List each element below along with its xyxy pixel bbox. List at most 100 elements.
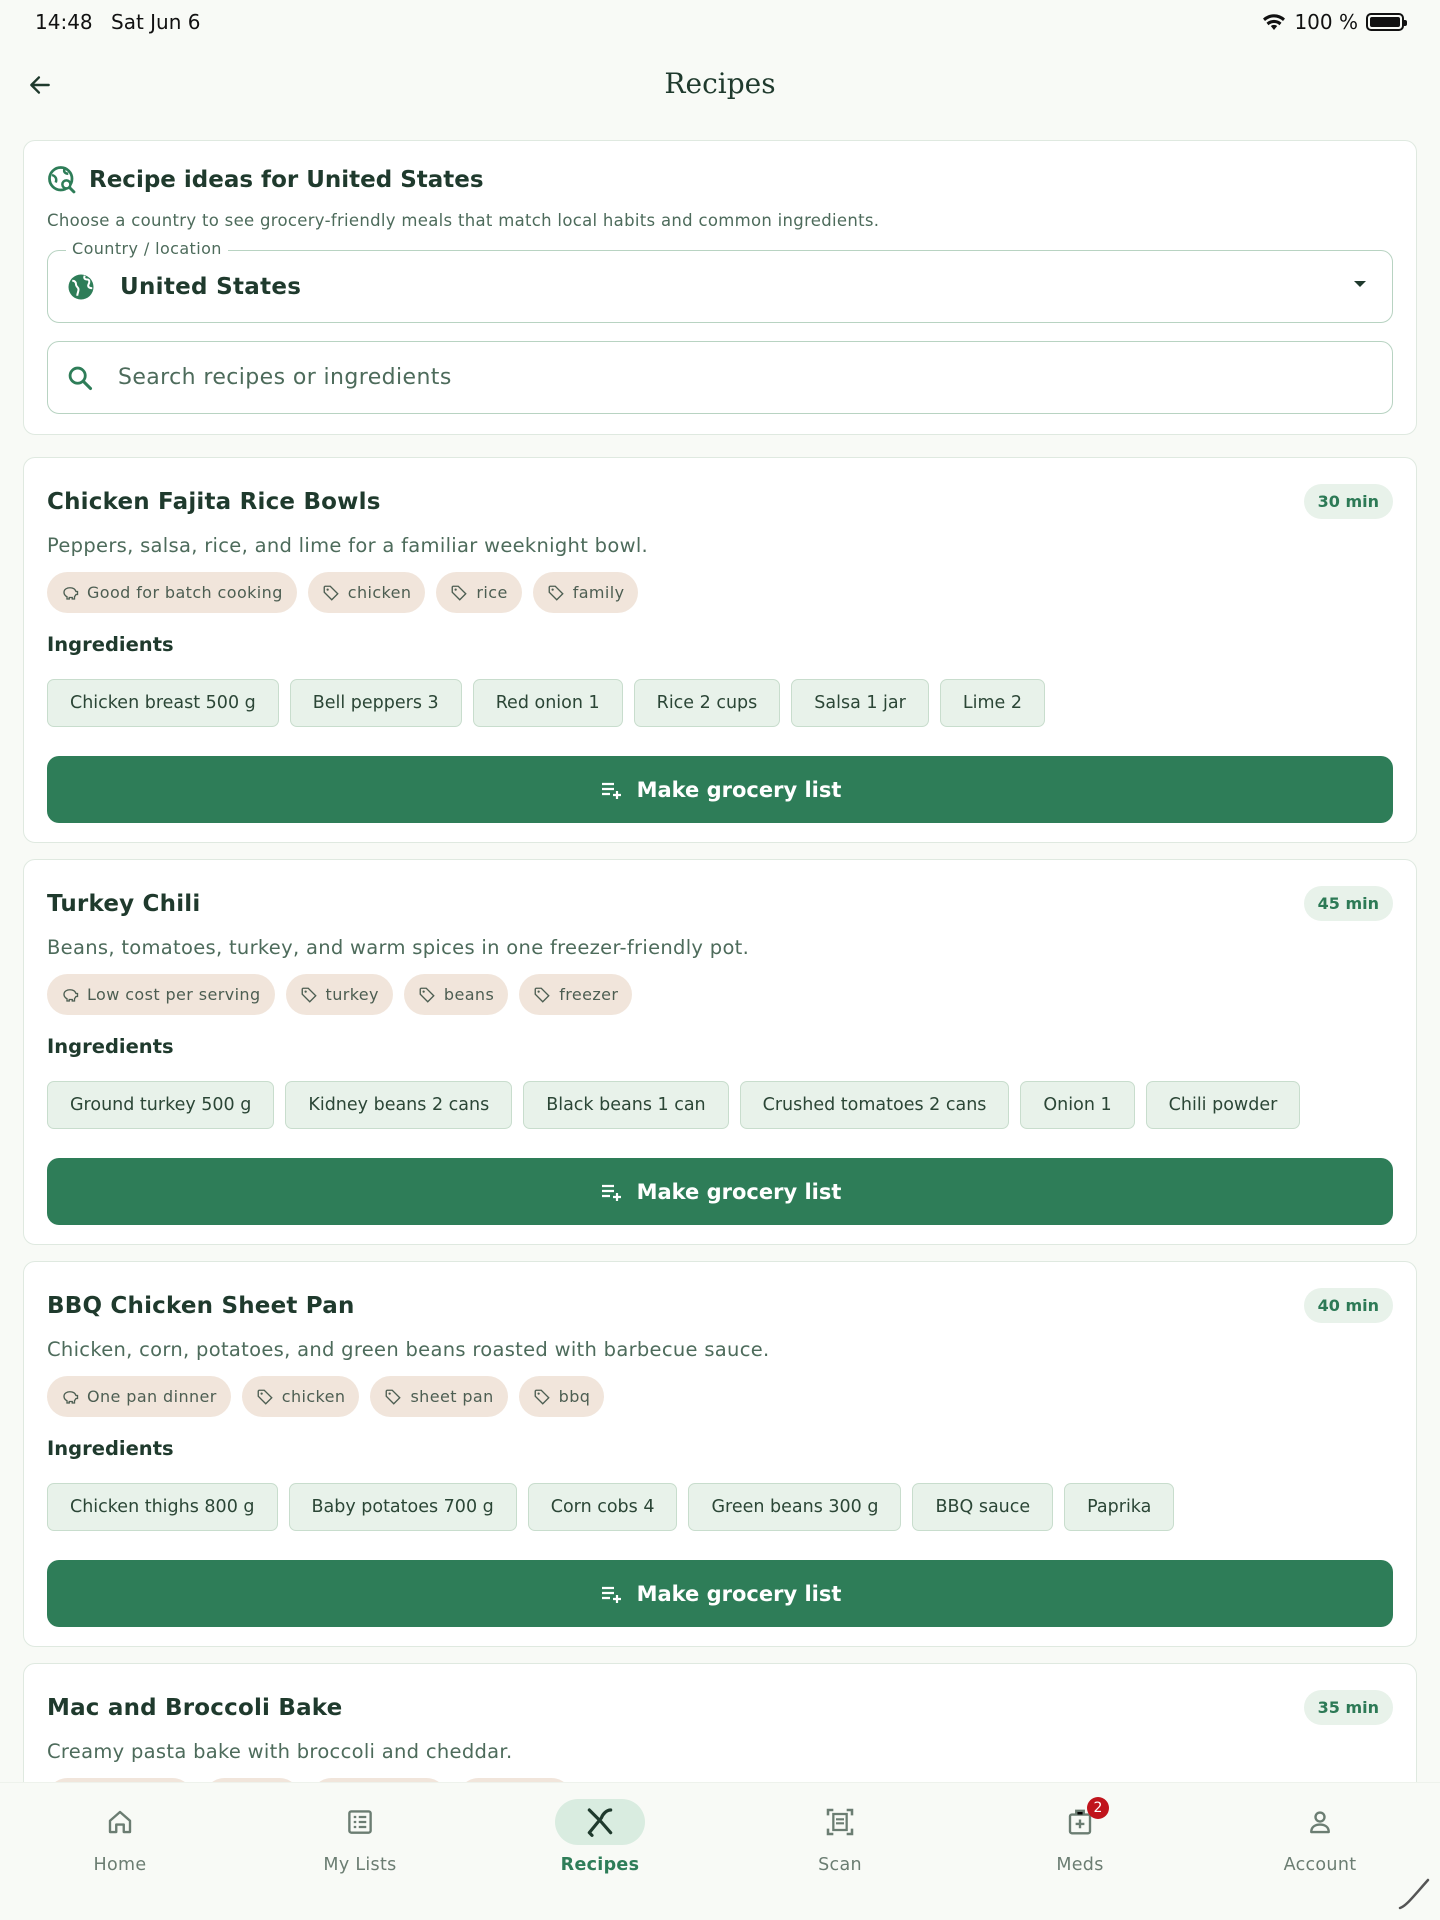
battery-percent: 100 %	[1294, 10, 1358, 34]
tag-label: chicken	[347, 583, 412, 602]
tag-label: freezer	[559, 985, 619, 1004]
ingredients-heading: Ingredients	[47, 1437, 174, 1460]
intro-title: Recipe ideas for United States	[89, 167, 484, 193]
ingredient-chip[interactable]: Lime 2	[939, 679, 1045, 727]
tag-icon	[548, 585, 564, 601]
tag-label: beans	[443, 985, 495, 1004]
recipe-card: BBQ Chicken Sheet Pan 40 min Chicken, co…	[23, 1261, 1417, 1647]
globe-search-icon	[48, 166, 76, 194]
recipe-card: Chicken Fajita Rice Bowls 30 min Peppers…	[23, 457, 1417, 843]
time-badge: 35 min	[1303, 1690, 1393, 1725]
tag: turkey	[285, 974, 393, 1015]
ingredient-chip[interactable]: Kidney beans 2 cans	[285, 1081, 513, 1129]
nav-recipes[interactable]: Recipes	[480, 1783, 720, 1920]
top-bar: Recipes	[0, 50, 1440, 120]
bottom-navigation: Home My Lists Recipes Scan 2 Meds Accoun…	[0, 1782, 1440, 1920]
pencil-indicator-icon	[1398, 1878, 1430, 1910]
piggy-bank-icon	[63, 988, 79, 1002]
recipe-description: Chicken, corn, potatoes, and green beans…	[47, 1338, 770, 1361]
tag-icon	[534, 1389, 550, 1405]
tag-label: turkey	[325, 985, 379, 1004]
ingredient-chip[interactable]: Chili powder	[1145, 1081, 1301, 1129]
wifi-icon	[1263, 14, 1286, 30]
ingredient-chip[interactable]: Salsa 1 jar	[791, 679, 929, 727]
piggy-bank-icon	[63, 586, 79, 600]
nav-home[interactable]: Home	[0, 1783, 240, 1920]
recipe-title: Turkey Chili	[47, 890, 201, 917]
ingredient-chip[interactable]: Green beans 300 g	[688, 1483, 902, 1531]
playlist-add-icon	[601, 1586, 621, 1603]
ingredient-chip[interactable]: Bell peppers 3	[289, 679, 462, 727]
tag-label: chicken	[281, 1387, 346, 1406]
highlight-tag-label: Low cost per serving	[87, 985, 261, 1004]
nav-meds[interactable]: 2 Meds	[960, 1783, 1200, 1920]
ingredient-chip[interactable]: Black beans 1 can	[523, 1081, 729, 1129]
time-badge: 30 min	[1303, 484, 1393, 519]
tag: rice	[436, 572, 522, 613]
nav-home-label: Home	[93, 1855, 147, 1875]
ingredient-chip[interactable]: Chicken breast 500 g	[47, 679, 279, 727]
make-grocery-list-button[interactable]: Make grocery list	[47, 1560, 1393, 1627]
ingredient-chip[interactable]: Red onion 1	[472, 679, 623, 727]
tag-label: rice	[476, 583, 508, 602]
fork-knife-icon	[587, 1808, 613, 1837]
make-grocery-list-button[interactable]: Make grocery list	[47, 1158, 1393, 1225]
recipe-ideas-card: Recipe ideas for United States Choose a …	[23, 140, 1417, 435]
home-icon	[108, 1810, 132, 1834]
recipe-title: Chicken Fajita Rice Bowls	[47, 488, 381, 515]
tag-icon	[419, 987, 435, 1003]
ingredient-chip[interactable]: Rice 2 cups	[633, 679, 781, 727]
playlist-add-icon	[601, 1184, 621, 1201]
scan-icon	[826, 1808, 854, 1836]
tag-label: bbq	[558, 1387, 591, 1406]
intro-description: Choose a country to see grocery-friendly…	[47, 211, 880, 230]
ingredient-chip[interactable]: Ground turkey 500 g	[47, 1081, 275, 1129]
nav-account-label: Account	[1283, 1855, 1357, 1875]
nav-meds-label: Meds	[1056, 1855, 1104, 1875]
tag-list: Good for batch cooking chicken rice fami…	[47, 572, 1393, 613]
nav-my-lists[interactable]: My Lists	[240, 1783, 480, 1920]
nav-recipes-label: Recipes	[560, 1855, 640, 1875]
ingredient-chip[interactable]: Baby potatoes 700 g	[288, 1483, 517, 1531]
tag-icon	[451, 585, 468, 601]
ingredient-list: Ground turkey 500 g Kidney beans 2 cans …	[47, 1081, 1393, 1129]
search-icon	[68, 366, 93, 390]
tag-icon	[534, 987, 550, 1003]
highlight-tag: Low cost per serving	[47, 974, 275, 1015]
ingredient-chip[interactable]: Chicken thighs 800 g	[47, 1483, 278, 1531]
ingredient-list: Chicken thighs 800 g Baby potatoes 700 g…	[47, 1483, 1393, 1531]
ingredient-chip[interactable]: Paprika	[1064, 1483, 1175, 1531]
highlight-tag: One pan dinner	[47, 1376, 231, 1417]
ingredient-list: Chicken breast 500 g Bell peppers 3 Red …	[47, 679, 1393, 727]
time-badge: 40 min	[1303, 1288, 1393, 1323]
tag-list: Low cost per serving turkey beans freeze…	[47, 974, 1393, 1015]
tag: family	[532, 572, 639, 613]
nav-scan[interactable]: Scan	[720, 1783, 960, 1920]
highlight-tag-label: Good for batch cooking	[87, 583, 283, 602]
ingredient-chip[interactable]: BBQ sauce	[912, 1483, 1054, 1531]
tag: freezer	[519, 974, 633, 1015]
tag-icon	[386, 1389, 402, 1405]
tag: bbq	[518, 1376, 605, 1417]
country-select[interactable]: Country / location United States	[47, 239, 1393, 323]
meds-badge: 2	[1087, 1797, 1109, 1819]
recipe-description: Peppers, salsa, rice, and lime for a fam…	[47, 534, 649, 557]
battery-icon	[1366, 13, 1407, 31]
ingredient-chip[interactable]: Corn cobs 4	[527, 1483, 678, 1531]
search-field[interactable]	[47, 341, 1393, 414]
search-input[interactable]	[118, 365, 1318, 390]
tag-icon	[301, 987, 317, 1003]
tag-label: sheet pan	[410, 1387, 494, 1406]
recipe-description: Beans, tomatoes, turkey, and warm spices…	[47, 936, 750, 959]
status-bar: 14:48 Sat Jun 6 100 %	[0, 0, 1440, 44]
make-grocery-list-label: Make grocery list	[636, 1581, 842, 1606]
ingredient-chip[interactable]: Onion 1	[1020, 1081, 1135, 1129]
page-title: Recipes	[664, 67, 776, 100]
tag-icon	[257, 1389, 273, 1405]
ingredients-heading: Ingredients	[47, 633, 174, 656]
nav-my-lists-label: My Lists	[323, 1855, 397, 1875]
person-icon	[1310, 1811, 1330, 1834]
tag: beans	[403, 974, 509, 1015]
make-grocery-list-button[interactable]: Make grocery list	[47, 756, 1393, 823]
ingredient-chip[interactable]: Crushed tomatoes 2 cans	[739, 1081, 1010, 1129]
